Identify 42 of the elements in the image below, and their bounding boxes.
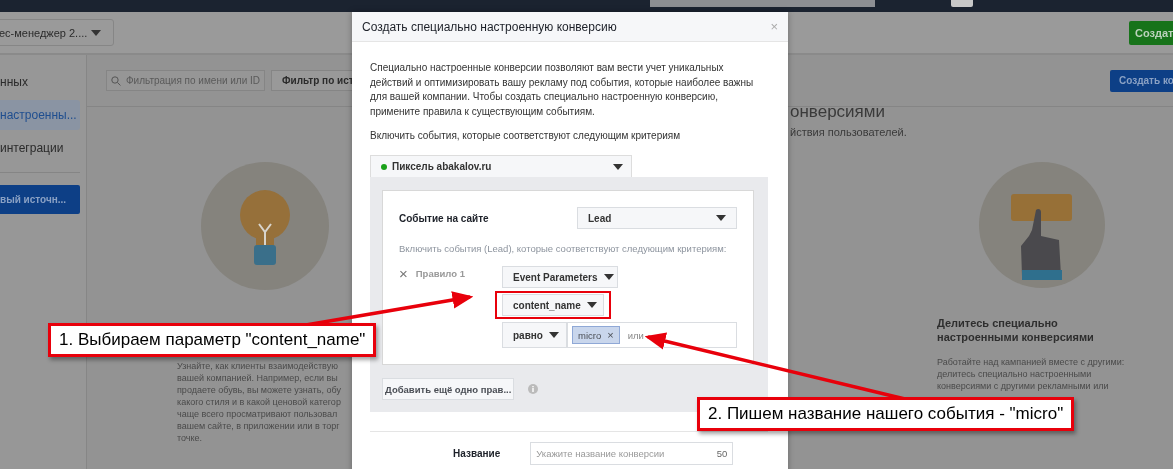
dialog-description: Специально настроенные конверсии позволяют вам вести учет уникальных действий и оптимизировать вашу рекламу под события, которые наиболее важны для вашей компании. Чтобы создать специально настроенную конверсию, примените правила к существующим событиям. [370,61,755,119]
pixel-dropdown[interactable]: Пиксель abakalov.ru [370,155,632,177]
caret-icon [91,29,101,36]
rule-label: Правило 1 [415,268,465,279]
caret-icon [613,163,623,170]
section-title: онверсиями [790,103,886,120]
operator-dropdown[interactable]: равно [502,322,567,348]
annotation-callout: 1. Выбираем параметр "content_name" [48,323,377,357]
add-source-button[interactable]: вый источн... [0,185,80,214]
create-button[interactable]: Создат [1129,20,1173,45]
caret-icon [586,302,597,308]
section-subtitle: йствия пользователей. [790,126,908,138]
caret-icon [548,332,559,338]
sidebar-item[interactable]: настроенны... [0,100,80,130]
app-icon[interactable] [951,0,973,7]
sidebar-item[interactable]: интеграции [0,133,80,163]
card-title: Делитесь специально настроенными конверсиями [937,316,1095,344]
dialog-title: Создать специально настроенную конверсию [362,19,617,34]
card-description: Работайте над кампанией вместе с другими: делитесь специально настроенными конверсиями с другими рекламными или [937,356,1126,392]
event-label: Событие на сайте [399,212,489,224]
name-label: Название [453,448,501,459]
event-hint: Включить события (Lead), которые соответствуют следующим критериям: [399,243,728,254]
create-conversion-button[interactable]: Создать ко [1110,69,1173,92]
search-icon [111,75,121,86]
card-description: Узнайте, как клиенты взаимодействую вашей компанией. Например, если вы продаете обувь, вы можете узнать, обу какого стиля и в какой ценовой категор чаще всего просматривают пользовал вашем сайте, в приложении или в торг точке. [177,360,342,444]
caret-icon [603,274,614,280]
event-dropdown[interactable]: Lead [577,207,737,229]
parameter-dropdown[interactable]: Event Parameters [502,266,618,288]
caret-icon [716,215,726,221]
criteria-label: Включить события, которые соответствуют следующим критериям [370,130,682,141]
account-dropdown[interactable]: ес-менеджер 2.... [0,19,114,46]
add-rule-button[interactable]: Добавить ещё одно прав... [382,378,515,400]
remove-token-button[interactable]: × [607,330,614,340]
sidebar-item[interactable]: нных [0,67,80,97]
value-token: micro × [572,326,620,344]
remove-rule-button[interactable]: × [399,268,408,280]
character-counter: 50 [716,448,728,459]
parameter-dropdown[interactable]: content_name [502,294,604,316]
annotation-callout: 2. Пишем название нашего события - "micro" [697,397,1075,431]
value-field[interactable]: micro × или [567,322,737,348]
name-field[interactable]: Укажите название конверсии 50 [530,442,734,465]
info-icon [528,384,539,394]
